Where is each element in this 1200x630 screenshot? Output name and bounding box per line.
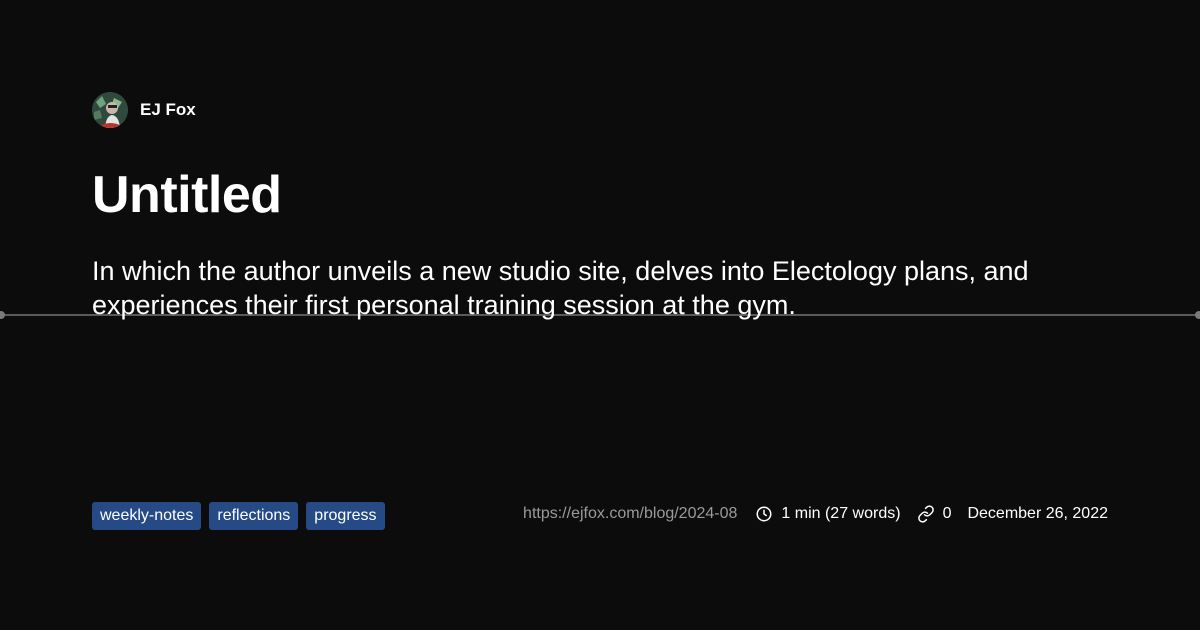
clock-icon (756, 506, 772, 522)
links-count-text: 0 (942, 505, 952, 522)
avatar-image (92, 92, 128, 128)
link-icon (917, 505, 934, 523)
links-count: 0 (917, 505, 952, 523)
tag-reflections[interactable]: reflections (209, 502, 299, 530)
post-title: Untitled (92, 166, 282, 224)
tag-weekly-notes[interactable]: weekly-notes (92, 502, 202, 530)
avatar[interactable] (92, 92, 128, 128)
og-card: EJ Fox Untitled In which the author unve… (0, 0, 1200, 630)
divider-dot-right (1195, 311, 1200, 319)
post-meta: https://ejfox.com/blog/2024-08 1 min (27… (523, 500, 1108, 528)
reading-time: 1 min (27 words) (755, 505, 901, 523)
reading-time-text: 1 min (27 words) (781, 505, 901, 522)
author-byline[interactable]: EJ Fox (92, 92, 196, 128)
post-url[interactable]: https://ejfox.com/blog/2024-08 (523, 505, 737, 523)
divider-dot-left (0, 311, 5, 319)
tag-list: weekly-notes reflections progress (92, 502, 385, 530)
tag-progress[interactable]: progress (306, 502, 385, 530)
post-description: In which the author unveils a new studio… (92, 256, 1029, 320)
author-name[interactable]: EJ Fox (140, 100, 196, 120)
post-date: December 26, 2022 (967, 505, 1108, 522)
